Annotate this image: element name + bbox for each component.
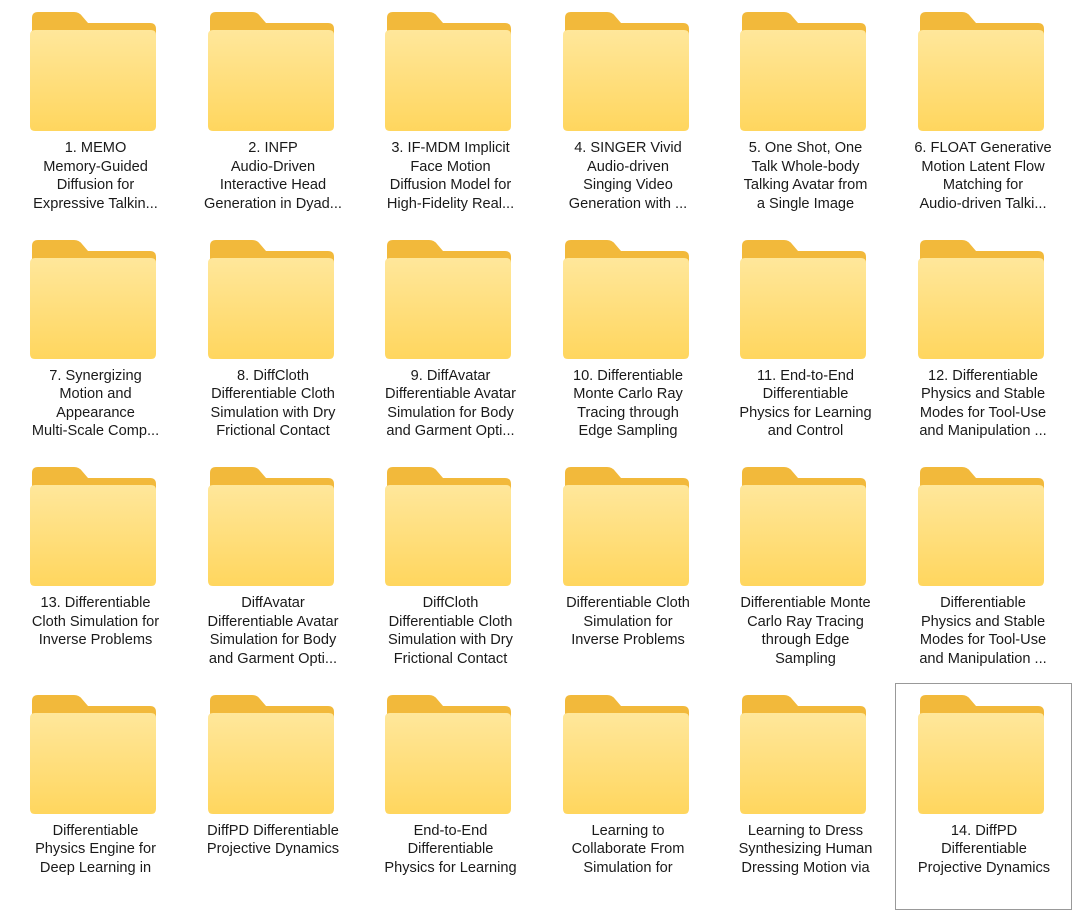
folder-icon bbox=[18, 8, 168, 133]
folder-item[interactable]: 2. INFP Audio-Driven Interactive Head Ge… bbox=[185, 0, 363, 228]
folder-item[interactable]: DiffCloth Differentiable Cloth Simulatio… bbox=[362, 455, 540, 683]
folder-item[interactable]: DiffAvatar Differentiable Avatar Simulat… bbox=[185, 455, 363, 683]
folder-item[interactable]: 6. FLOAT Generative Motion Latent Flow M… bbox=[895, 0, 1073, 228]
folder-item[interactable]: 13. Differentiable Cloth Simulation for … bbox=[7, 455, 185, 683]
folder-name: 4. SINGER Vivid Audio-driven Singing Vid… bbox=[542, 139, 715, 213]
folder-grid: 1. MEMO Memory-Guided Diffusion for Expr… bbox=[7, 0, 1072, 910]
folder-icon bbox=[373, 691, 523, 816]
folder-item[interactable]: 3. IF-MDM Implicit Face Motion Diffusion… bbox=[362, 0, 540, 228]
folder-name: 1. MEMO Memory-Guided Diffusion for Expr… bbox=[9, 139, 182, 213]
folder-icon bbox=[196, 691, 346, 816]
folder-item[interactable]: Learning to Collaborate From Simulation … bbox=[540, 683, 718, 910]
folder-name: 7. Synergizing Motion and Appearance Mul… bbox=[9, 367, 182, 441]
folder-name: DiffAvatar Differentiable Avatar Simulat… bbox=[187, 594, 360, 668]
folder-icon bbox=[728, 8, 878, 133]
folder-icon bbox=[551, 463, 701, 588]
folder-name: Learning to Collaborate From Simulation … bbox=[542, 822, 715, 878]
folder-item[interactable]: Differentiable Cloth Simulation for Inve… bbox=[540, 455, 718, 683]
folder-icon bbox=[728, 463, 878, 588]
folder-name: 11. End-to-End Differentiable Physics fo… bbox=[719, 367, 892, 441]
folder-item[interactable]: Differentiable Physics Engine for Deep L… bbox=[7, 683, 185, 910]
folder-icon bbox=[906, 691, 1056, 816]
folder-icon bbox=[906, 236, 1056, 361]
folder-item[interactable]: 14. DiffPD Differentiable Projective Dyn… bbox=[895, 683, 1073, 910]
folder-icon bbox=[551, 691, 701, 816]
folder-icon bbox=[551, 236, 701, 361]
folder-item[interactable]: 5. One Shot, One Talk Whole-body Talking… bbox=[717, 0, 895, 228]
folder-name: 12. Differentiable Physics and Stable Mo… bbox=[897, 367, 1070, 441]
folder-name: 8. DiffCloth Differentiable Cloth Simula… bbox=[187, 367, 360, 441]
folder-icon bbox=[728, 236, 878, 361]
folder-name: Learning to Dress Synthesizing Human Dre… bbox=[719, 822, 892, 878]
folder-name: Differentiable Monte Carlo Ray Tracing t… bbox=[719, 594, 892, 668]
folder-icon bbox=[551, 8, 701, 133]
folder-name: 10. Differentiable Monte Carlo Ray Traci… bbox=[542, 367, 715, 441]
folder-item[interactable]: Differentiable Monte Carlo Ray Tracing t… bbox=[717, 455, 895, 683]
folder-icon bbox=[373, 236, 523, 361]
folder-name: 13. Differentiable Cloth Simulation for … bbox=[9, 594, 182, 650]
folder-name: 6. FLOAT Generative Motion Latent Flow M… bbox=[897, 139, 1070, 213]
folder-item[interactable]: 9. DiffAvatar Differentiable Avatar Simu… bbox=[362, 228, 540, 456]
folder-name: 3. IF-MDM Implicit Face Motion Diffusion… bbox=[364, 139, 537, 213]
folder-icon bbox=[906, 8, 1056, 133]
folder-item[interactable]: End-to-End Differentiable Physics for Le… bbox=[362, 683, 540, 910]
folder-name: 2. INFP Audio-Driven Interactive Head Ge… bbox=[187, 139, 360, 213]
folder-icon bbox=[196, 236, 346, 361]
folder-item[interactable]: 7. Synergizing Motion and Appearance Mul… bbox=[7, 228, 185, 456]
folder-icon bbox=[196, 463, 346, 588]
folder-name: DiffPD Differentiable Projective Dynamic… bbox=[187, 822, 360, 859]
folder-name: Differentiable Physics Engine for Deep L… bbox=[9, 822, 182, 878]
folder-item[interactable]: 10. Differentiable Monte Carlo Ray Traci… bbox=[540, 228, 718, 456]
folder-name: 9. DiffAvatar Differentiable Avatar Simu… bbox=[364, 367, 537, 441]
folder-item[interactable]: 12. Differentiable Physics and Stable Mo… bbox=[895, 228, 1073, 456]
folder-icon bbox=[196, 8, 346, 133]
folder-name: End-to-End Differentiable Physics for Le… bbox=[364, 822, 537, 878]
folder-icon bbox=[728, 691, 878, 816]
folder-name: 5. One Shot, One Talk Whole-body Talking… bbox=[719, 139, 892, 213]
folder-item[interactable]: Learning to Dress Synthesizing Human Dre… bbox=[717, 683, 895, 910]
folder-icon bbox=[18, 691, 168, 816]
folder-name: Differentiable Physics and Stable Modes … bbox=[897, 594, 1070, 668]
folder-icon bbox=[906, 463, 1056, 588]
folder-item[interactable]: 1. MEMO Memory-Guided Diffusion for Expr… bbox=[7, 0, 185, 228]
folder-item[interactable]: Differentiable Physics and Stable Modes … bbox=[895, 455, 1073, 683]
folder-item[interactable]: 8. DiffCloth Differentiable Cloth Simula… bbox=[185, 228, 363, 456]
folder-item[interactable]: 11. End-to-End Differentiable Physics fo… bbox=[717, 228, 895, 456]
folder-icon bbox=[373, 8, 523, 133]
folder-icon bbox=[373, 463, 523, 588]
folder-item[interactable]: 4. SINGER Vivid Audio-driven Singing Vid… bbox=[540, 0, 718, 228]
folder-name: 14. DiffPD Differentiable Projective Dyn… bbox=[897, 822, 1072, 878]
folder-icon bbox=[18, 236, 168, 361]
folder-item[interactable]: DiffPD Differentiable Projective Dynamic… bbox=[185, 683, 363, 910]
folder-name: DiffCloth Differentiable Cloth Simulatio… bbox=[364, 594, 537, 668]
folder-icon bbox=[18, 463, 168, 588]
folder-name: Differentiable Cloth Simulation for Inve… bbox=[542, 594, 715, 650]
